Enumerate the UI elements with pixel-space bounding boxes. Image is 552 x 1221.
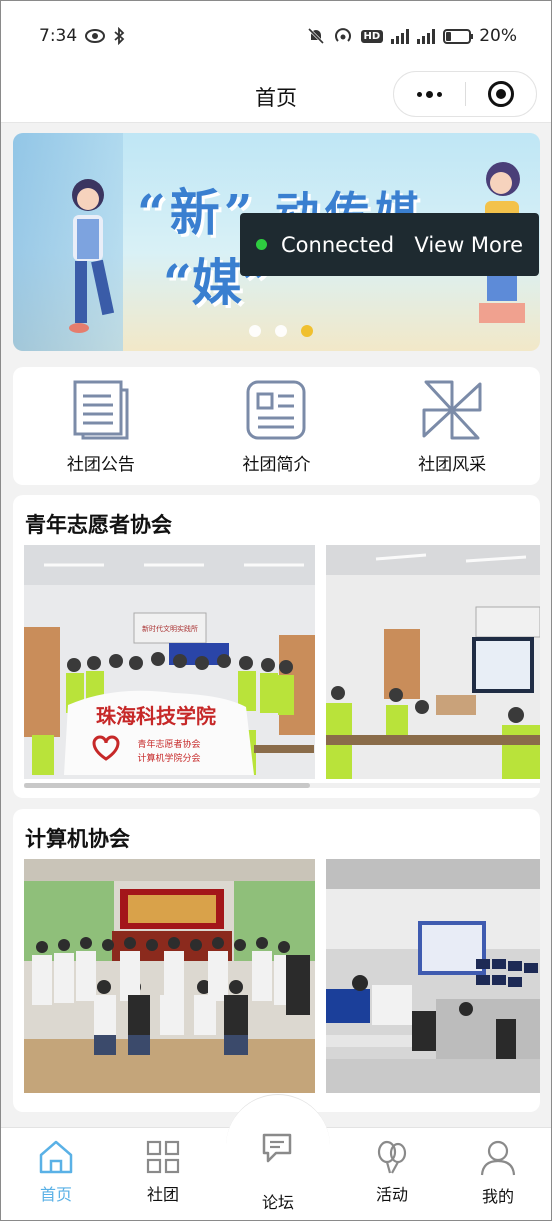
tab-label: 我的 xyxy=(481,1187,514,1206)
section-title: 青年志愿者协会 xyxy=(25,513,172,537)
more-dots-icon xyxy=(416,90,442,98)
carousel-dot[interactable] xyxy=(249,325,261,337)
carousel-dot[interactable] xyxy=(275,325,287,337)
volunteer-classroom-photo[interactable] xyxy=(326,545,540,779)
battery-icon xyxy=(443,28,474,44)
pinwheel-icon xyxy=(420,378,484,442)
tab-label: 论坛 xyxy=(261,1193,294,1212)
tab-profile[interactable]: 我的 xyxy=(463,1139,533,1207)
profile-card-icon xyxy=(244,378,308,442)
carousel-dot-active[interactable] xyxy=(301,325,313,337)
scrollbar-thumb[interactable] xyxy=(24,783,310,788)
view-more-link[interactable]: View More xyxy=(414,233,523,257)
tab-label: 首页 xyxy=(39,1185,72,1204)
computer-lab-photo[interactable] xyxy=(326,859,540,1093)
section-title: 计算机协会 xyxy=(25,827,130,851)
chat-icon xyxy=(262,1133,292,1163)
tab-home[interactable]: 首页 xyxy=(21,1139,91,1205)
eye-icon xyxy=(85,29,106,43)
volunteer-group-photo[interactable]: 新时代文明实践所 珠海科技学院 青年志愿者协会 计算机学院分会 xyxy=(24,545,315,779)
signal-2-icon xyxy=(417,28,436,44)
mini-program-capsule xyxy=(393,71,537,117)
status-left: 7:34 xyxy=(39,26,125,46)
grid-icon xyxy=(146,1140,180,1174)
tab-clubs[interactable]: 社团 xyxy=(128,1139,198,1205)
target-icon xyxy=(487,81,514,107)
signal-1-icon xyxy=(391,28,410,44)
bluetooth-icon xyxy=(113,27,125,45)
status-time: 7:34 xyxy=(39,26,78,46)
flag-sub-2: 计算机学院分会 xyxy=(137,752,200,764)
battery-percent: 20% xyxy=(479,26,517,46)
page-title: 首页 xyxy=(255,85,297,110)
balloon-icon xyxy=(377,1140,407,1174)
girl-illustration-left xyxy=(69,179,115,333)
carousel-indicator xyxy=(249,325,313,337)
document-icon xyxy=(69,378,133,442)
quick-menu: 社团公告 社团简介 社团风采 xyxy=(13,367,540,485)
tab-label: 活动 xyxy=(375,1185,408,1204)
horizontal-scrollbar[interactable] xyxy=(24,783,540,788)
quick-menu-introduction[interactable]: 社团简介 xyxy=(216,378,336,475)
hotspot-icon xyxy=(333,27,353,45)
status-bar: 7:34 HD 20% xyxy=(1,1,551,71)
connected-status-dot xyxy=(256,239,267,250)
hd-icon: HD xyxy=(360,29,384,43)
status-right: HD 20% xyxy=(307,26,517,46)
nav-bar: 首页 xyxy=(1,71,551,123)
connection-toast: Connected View More xyxy=(240,213,539,276)
mute-bell-icon xyxy=(307,27,325,45)
quick-menu-showcase[interactable]: 社团风采 xyxy=(392,378,512,475)
quick-menu-label: 社团公告 xyxy=(66,454,135,475)
home-icon xyxy=(39,1140,73,1174)
tab-forum[interactable]: 论坛 xyxy=(243,1129,313,1213)
quick-menu-label: 社团风采 xyxy=(418,454,487,475)
more-menu-button[interactable] xyxy=(394,72,465,116)
banner-title-1: “新” xyxy=(137,183,257,242)
connection-status-text: Connected xyxy=(281,232,395,257)
computer-group-photo[interactable] xyxy=(24,859,315,1093)
room-sign-text: 新时代文明实践所 xyxy=(142,624,198,633)
flag-sub-1: 青年志愿者协会 xyxy=(137,738,200,750)
close-miniprogram-button[interactable] xyxy=(466,72,537,116)
flag-title-text: 珠海科技学院 xyxy=(96,704,216,728)
section-computer-association: 计算机协会 xyxy=(13,809,540,1112)
quick-menu-label: 社团简介 xyxy=(242,454,311,475)
user-icon xyxy=(480,1140,516,1176)
quick-menu-announcements[interactable]: 社团公告 xyxy=(41,378,161,475)
tab-label: 社团 xyxy=(146,1185,179,1204)
tab-activities[interactable]: 活动 xyxy=(357,1139,427,1205)
section-youth-volunteers: 青年志愿者协会 新时代文明实践所 珠海科技学院 青年志愿者协会 计算机学院分会 xyxy=(13,495,540,798)
